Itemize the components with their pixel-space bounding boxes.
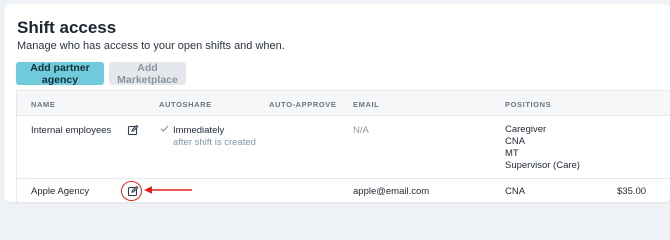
table-header: NAME AUTOSHARE AUTO-APPROVE EMAIL POSITI… [17, 91, 670, 116]
column-header-positions: POSITIONS [505, 100, 552, 109]
shift-access-table: NAME AUTOSHARE AUTO-APPROVE EMAIL POSITI… [16, 90, 670, 202]
arrow-icon [144, 186, 192, 194]
page-title: Shift access [17, 18, 117, 37]
email-value: apple@email.com [353, 186, 430, 197]
edit-icon[interactable] [127, 124, 139, 136]
row-name: Internal employees [31, 125, 112, 136]
column-header-email: EMAIL [353, 100, 380, 109]
column-header-name: NAME [31, 100, 56, 109]
position-item: Supervisor (Care) [505, 160, 580, 171]
rate-value: $35.00 [617, 186, 647, 197]
add-marketplace-button[interactable]: Add Marketplace [109, 62, 186, 86]
row-divider [17, 178, 670, 179]
add-partner-agency-button[interactable]: Add partner agency [16, 62, 104, 86]
autoshare-detail: after shift is created [173, 137, 256, 148]
check-icon [160, 125, 169, 132]
row-name: Apple Agency [31, 186, 90, 197]
column-header-auto-approve: AUTO-APPROVE [269, 100, 337, 109]
email-value: N/A [353, 125, 369, 136]
highlight-circle [121, 181, 142, 201]
positions-list: Caregiver CNA MT Supervisor (Care) [505, 124, 580, 172]
position-item: MT [505, 148, 519, 159]
position-item: CNA [505, 186, 526, 197]
position-item: Caregiver [505, 124, 547, 135]
column-header-autoshare: AUTOSHARE [159, 100, 212, 109]
shift-access-card: Shift access Manage who has access to yo… [4, 4, 670, 202]
autoshare-value: Immediately [173, 125, 225, 136]
page-subtitle: Manage who has access to your open shift… [17, 40, 285, 52]
position-item: CNA [505, 136, 526, 147]
